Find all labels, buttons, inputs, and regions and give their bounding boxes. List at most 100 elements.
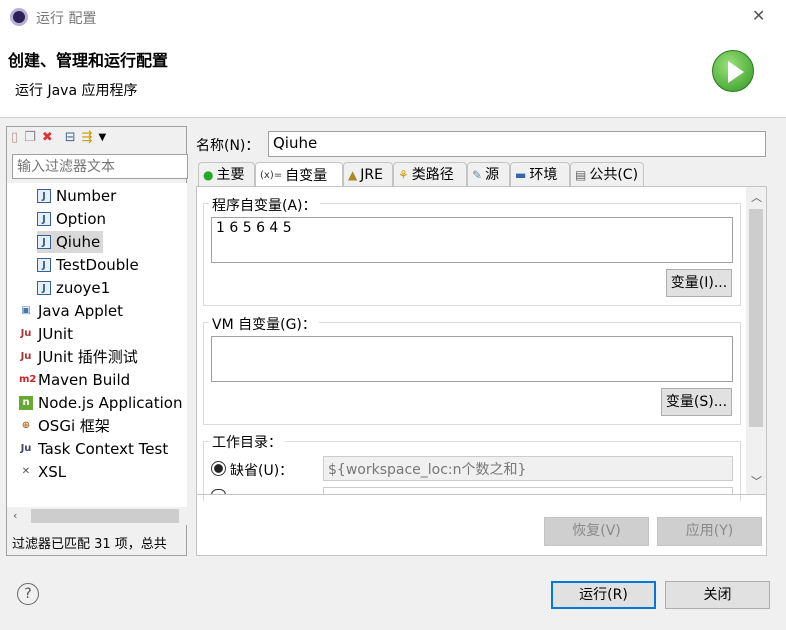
common-icon: ▤ — [575, 168, 587, 182]
environment-icon: ▬ — [515, 168, 527, 182]
java-class-icon: J — [37, 189, 51, 203]
delete-icon[interactable]: ✖ — [42, 130, 53, 145]
tree-item[interactable]: Ju JUnit — [19, 323, 76, 345]
tree-item-label: Option — [56, 210, 107, 228]
default-label: 缺省(U)： — [230, 463, 294, 479]
tree-item-label: JUnit 插件测试 — [38, 348, 138, 366]
vm-variables-button[interactable]: 变量(S)... — [661, 388, 732, 416]
duplicate-icon[interactable]: ❐ — [24, 130, 36, 145]
tree-item-label: Node.js Application — [38, 394, 183, 412]
page-subtitle: 运行 Java 应用程序 — [15, 83, 138, 99]
left-toolbar: ▯ ❐ ✖ ⊟ ⇶ ▼ — [11, 130, 106, 145]
chevron-down-icon[interactable]: ▼ — [99, 132, 107, 143]
source-icon: ✎ — [472, 168, 483, 182]
junit-icon: Ju — [20, 328, 32, 339]
tree-item[interactable]: Jzuoye1 — [37, 277, 113, 299]
tree-item-label: JUnit — [38, 325, 73, 343]
arguments-icon: (x)= — [260, 169, 283, 181]
tree-item-label: zuoye1 — [56, 279, 111, 297]
nodejs-icon: n — [19, 396, 33, 410]
collapse-all-icon[interactable]: ⊟ — [65, 130, 76, 145]
workdir-label: 工作目录： — [209, 432, 285, 452]
tab-0[interactable]: ● 主要 — [198, 162, 255, 187]
eclipse-icon — [10, 8, 28, 26]
tab-label: 环境 — [529, 167, 558, 183]
close-icon[interactable]: ✕ — [752, 6, 765, 25]
filter-icon[interactable]: ⇶ — [82, 130, 93, 145]
revert-button[interactable]: 恢复(V) — [544, 517, 649, 546]
tab-1[interactable]: (x)= 自变量 — [255, 162, 343, 188]
program-variables-button[interactable]: 变量(I)... — [666, 269, 732, 297]
header: 创建、管理和运行配置 运行 Java 应用程序 — [0, 34, 786, 118]
run-button[interactable]: 运行(R) — [551, 581, 656, 609]
tab-6[interactable]: ▤ 公共(C) — [570, 162, 644, 187]
tree-item-label: Java Applet — [38, 302, 124, 320]
applet-icon: ▣ — [21, 305, 31, 316]
tab-label: 主要 — [216, 167, 245, 183]
tree-item-label: TestDouble — [56, 256, 139, 274]
tab-5[interactable]: ▬ 环境 — [510, 162, 570, 187]
tab-label: 公共(C) — [589, 167, 639, 183]
close-button[interactable]: 关闭 — [665, 581, 770, 609]
filter-input[interactable] — [12, 154, 188, 179]
default-workdir-input: ${workspace_loc:n个数之和} — [323, 456, 733, 481]
help-icon[interactable]: ? — [17, 583, 39, 605]
tree-item-label: Maven Build — [38, 371, 131, 389]
java-class-icon: J — [37, 281, 51, 295]
name-input[interactable]: Qiuhe — [268, 131, 766, 157]
tree-item[interactable]: n Node.js Application — [19, 392, 185, 414]
vm-args-label: VM 自变量(G)： — [209, 314, 319, 334]
title-bar: 运行 配置 ✕ — [0, 0, 786, 34]
name-label: 名称(N)： — [196, 138, 260, 154]
tree-item-label: Task Context Test — [38, 440, 169, 458]
page-title: 创建、管理和运行配置 — [8, 51, 169, 70]
tab-3[interactable]: ⚘ 类路径 — [393, 162, 467, 187]
tab-2[interactable]: ▲ JRE — [343, 162, 393, 187]
jre-icon: ▲ — [348, 168, 358, 182]
tree-item[interactable]: J TestDouble — [37, 254, 142, 276]
program-args-label: 程序自变量(A)： — [209, 195, 320, 215]
tree-item[interactable]: J Qiuhe — [37, 231, 104, 253]
tab-panel: 程序自变量(A)： 1 6 5 6 4 5 变量(I)... VM 自变量(G)… — [196, 186, 767, 556]
tree-item[interactable]: J Option — [37, 208, 109, 230]
junit-plugin-icon: Ju — [20, 351, 32, 362]
osgi-icon: ⊕ — [21, 420, 31, 431]
xsl-icon: ✕ — [21, 466, 31, 477]
window-title: 运行 配置 — [36, 11, 97, 27]
tree-item[interactable]: ✕ XSL — [19, 461, 69, 483]
filter-status: 过滤器已匹配 31 项，总共 — [12, 537, 167, 552]
java-class-icon: J — [37, 212, 51, 226]
tree-item[interactable]: ▣ Java Applet — [19, 300, 126, 322]
tree-item[interactable]: ⊕ OSGi 框架 — [19, 415, 113, 437]
run-icon — [712, 50, 754, 92]
horizontal-scrollbar[interactable]: ‹ — [7, 507, 187, 525]
tree-item[interactable]: Ju JUnit 插件测试 — [19, 346, 141, 368]
tab-4[interactable]: ✎ 源 — [467, 162, 510, 187]
java-class-icon: J — [37, 258, 51, 272]
tab-label: JRE — [360, 167, 383, 183]
program-args-textarea[interactable]: 1 6 5 6 4 5 — [211, 217, 733, 263]
vm-args-textarea[interactable] — [211, 336, 733, 382]
tree-item[interactable]: J Number — [37, 185, 119, 207]
tree-item[interactable]: Ju Task Context Test — [19, 438, 171, 460]
classpath-icon: ⚘ — [398, 168, 409, 182]
tree-item-label: Number — [56, 187, 117, 205]
config-tree-panel: ▯ ❐ ✖ ⊟ ⇶ ▼ J Number J Option J Qiuhe J TestDou… — [6, 126, 188, 556]
new-config-icon[interactable]: ▯ — [11, 130, 18, 145]
tree-item[interactable]: m2 Maven Build — [19, 369, 133, 391]
tree-item-label: Qiuhe — [56, 233, 101, 251]
task-context-icon: Ju — [20, 443, 32, 454]
tab-main-icon: ● — [203, 168, 214, 182]
tree-item-label: OSGi 框架 — [38, 417, 110, 435]
tree-item-label: XSL — [38, 463, 67, 481]
tab-label: 类路径 — [411, 167, 454, 183]
tree: J Number J Option J Qiuhe J TestDouble Jzuoye1 ▣ J… — [7, 183, 187, 507]
vertical-scrollbar[interactable]: ︿ ﹀ — [746, 187, 766, 494]
default-radio[interactable] — [211, 461, 226, 476]
maven-icon: m2 — [19, 374, 37, 385]
java-class-icon: J — [37, 235, 51, 249]
apply-button[interactable]: 应用(Y) — [657, 517, 762, 546]
divider — [197, 494, 766, 495]
tab-label: 自变量 — [285, 167, 328, 184]
tab-label: 源 — [485, 167, 500, 183]
